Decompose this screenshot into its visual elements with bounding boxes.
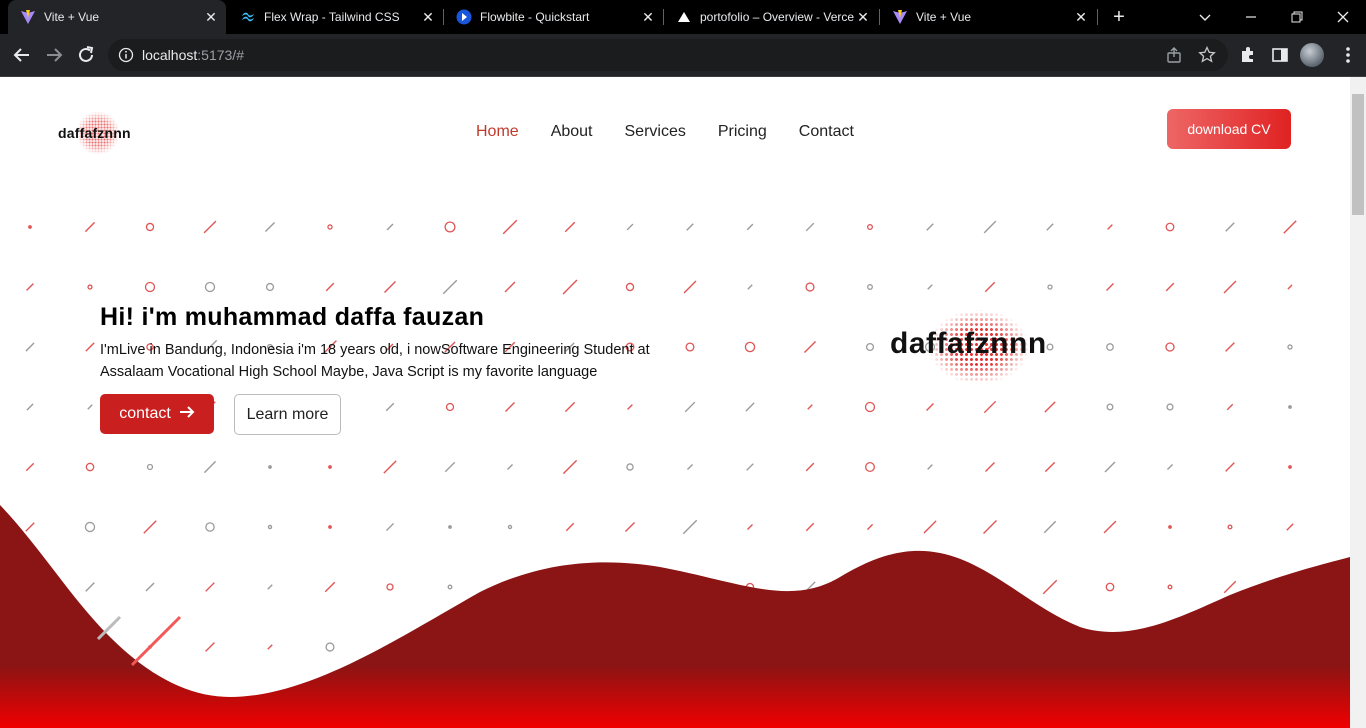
forward-arrow-icon[interactable] <box>40 41 68 69</box>
close-tab-icon[interactable]: ✕ <box>639 8 657 26</box>
reload-icon[interactable] <box>72 41 100 69</box>
tab-title: Flex Wrap - Tailwind CSS <box>264 10 400 24</box>
restore-icon[interactable] <box>1274 0 1320 34</box>
tab-vercel[interactable]: portofolio – Overview - Verce ✕ <box>664 0 878 34</box>
profile-avatar[interactable] <box>1300 43 1324 67</box>
back-arrow-icon[interactable] <box>8 41 36 69</box>
tab-title: Flowbite - Quickstart <box>480 10 590 24</box>
browser-toolbar: localhost:5173/# <box>0 34 1366 77</box>
tab-title: Vite + Vue <box>44 10 100 24</box>
url-text: localhost:5173/# <box>142 47 244 63</box>
close-tab-icon[interactable]: ✕ <box>202 8 220 26</box>
tab-separator <box>1097 9 1098 25</box>
browser-tab-bar: Vite + Vue ✕ Flex Wrap - Tailwind CSS ✕ … <box>0 0 1366 34</box>
logo-text: daffafznnn <box>58 125 131 141</box>
hero-description: I'mLive in Bandung, Indonesia i'm 18 yea… <box>100 342 650 380</box>
download-cv-button[interactable]: download CV <box>1167 109 1291 149</box>
arrow-right-icon <box>179 405 195 424</box>
tab-tailwind[interactable]: Flex Wrap - Tailwind CSS ✕ <box>228 0 443 34</box>
scrollbar-thumb[interactable] <box>1352 94 1364 215</box>
contact-button-label: contact <box>119 405 171 422</box>
close-tab-icon[interactable]: ✕ <box>1072 8 1090 26</box>
bookmark-star-icon[interactable] <box>1198 45 1216 64</box>
address-bar[interactable]: localhost:5173/# <box>108 39 1228 71</box>
vercel-icon <box>676 9 692 25</box>
tab-title: Vite + Vue <box>916 10 972 24</box>
flowbite-icon <box>456 9 472 25</box>
nav-about[interactable]: About <box>551 123 593 141</box>
contact-button[interactable]: contact <box>100 394 214 434</box>
learn-more-button[interactable]: Learn more <box>234 394 341 435</box>
nav-services[interactable]: Services <box>625 123 686 141</box>
minimize-icon[interactable] <box>1228 0 1274 34</box>
close-window-icon[interactable] <box>1320 0 1366 34</box>
close-tab-icon[interactable]: ✕ <box>419 8 437 26</box>
vite-icon <box>892 9 908 25</box>
tab-vite-vue[interactable]: Vite + Vue ✕ <box>8 0 226 34</box>
nav-contact[interactable]: Contact <box>799 123 854 141</box>
nav-home[interactable]: Home <box>476 123 519 141</box>
kebab-menu-icon[interactable] <box>1340 44 1356 66</box>
tailwind-icon <box>240 9 256 25</box>
brand-logo-text: daffafznnn <box>890 327 1047 360</box>
hero-title: Hi! i'm muhammad daffa fauzan <box>100 303 485 331</box>
share-icon[interactable] <box>1166 46 1184 64</box>
vite-icon <box>20 9 36 25</box>
page-viewport: daffafznnn Home About Services Pricing C… <box>0 77 1350 728</box>
tab-flowbite[interactable]: Flowbite - Quickstart ✕ <box>444 0 663 34</box>
tab-title: portofolio – Overview - Verce <box>700 10 854 24</box>
main-nav: Home About Services Pricing Contact <box>476 123 886 141</box>
site-logo[interactable]: daffafznnn <box>58 111 148 155</box>
side-panel-icon[interactable] <box>1270 45 1290 65</box>
extensions-puzzle-icon[interactable] <box>1238 45 1258 65</box>
close-tab-icon[interactable]: ✕ <box>854 8 872 26</box>
tab-vite-vue-2[interactable]: Vite + Vue ✕ <box>880 0 1096 34</box>
nav-pricing[interactable]: Pricing <box>718 123 767 141</box>
new-tab-plus-icon[interactable]: + <box>1108 6 1130 28</box>
hero-brand-logo: daffafznnn <box>888 295 1068 399</box>
tab-search-chevron-icon[interactable] <box>1182 0 1228 34</box>
site-info-icon[interactable] <box>118 47 134 63</box>
page-scrollbar[interactable] <box>1350 77 1366 728</box>
